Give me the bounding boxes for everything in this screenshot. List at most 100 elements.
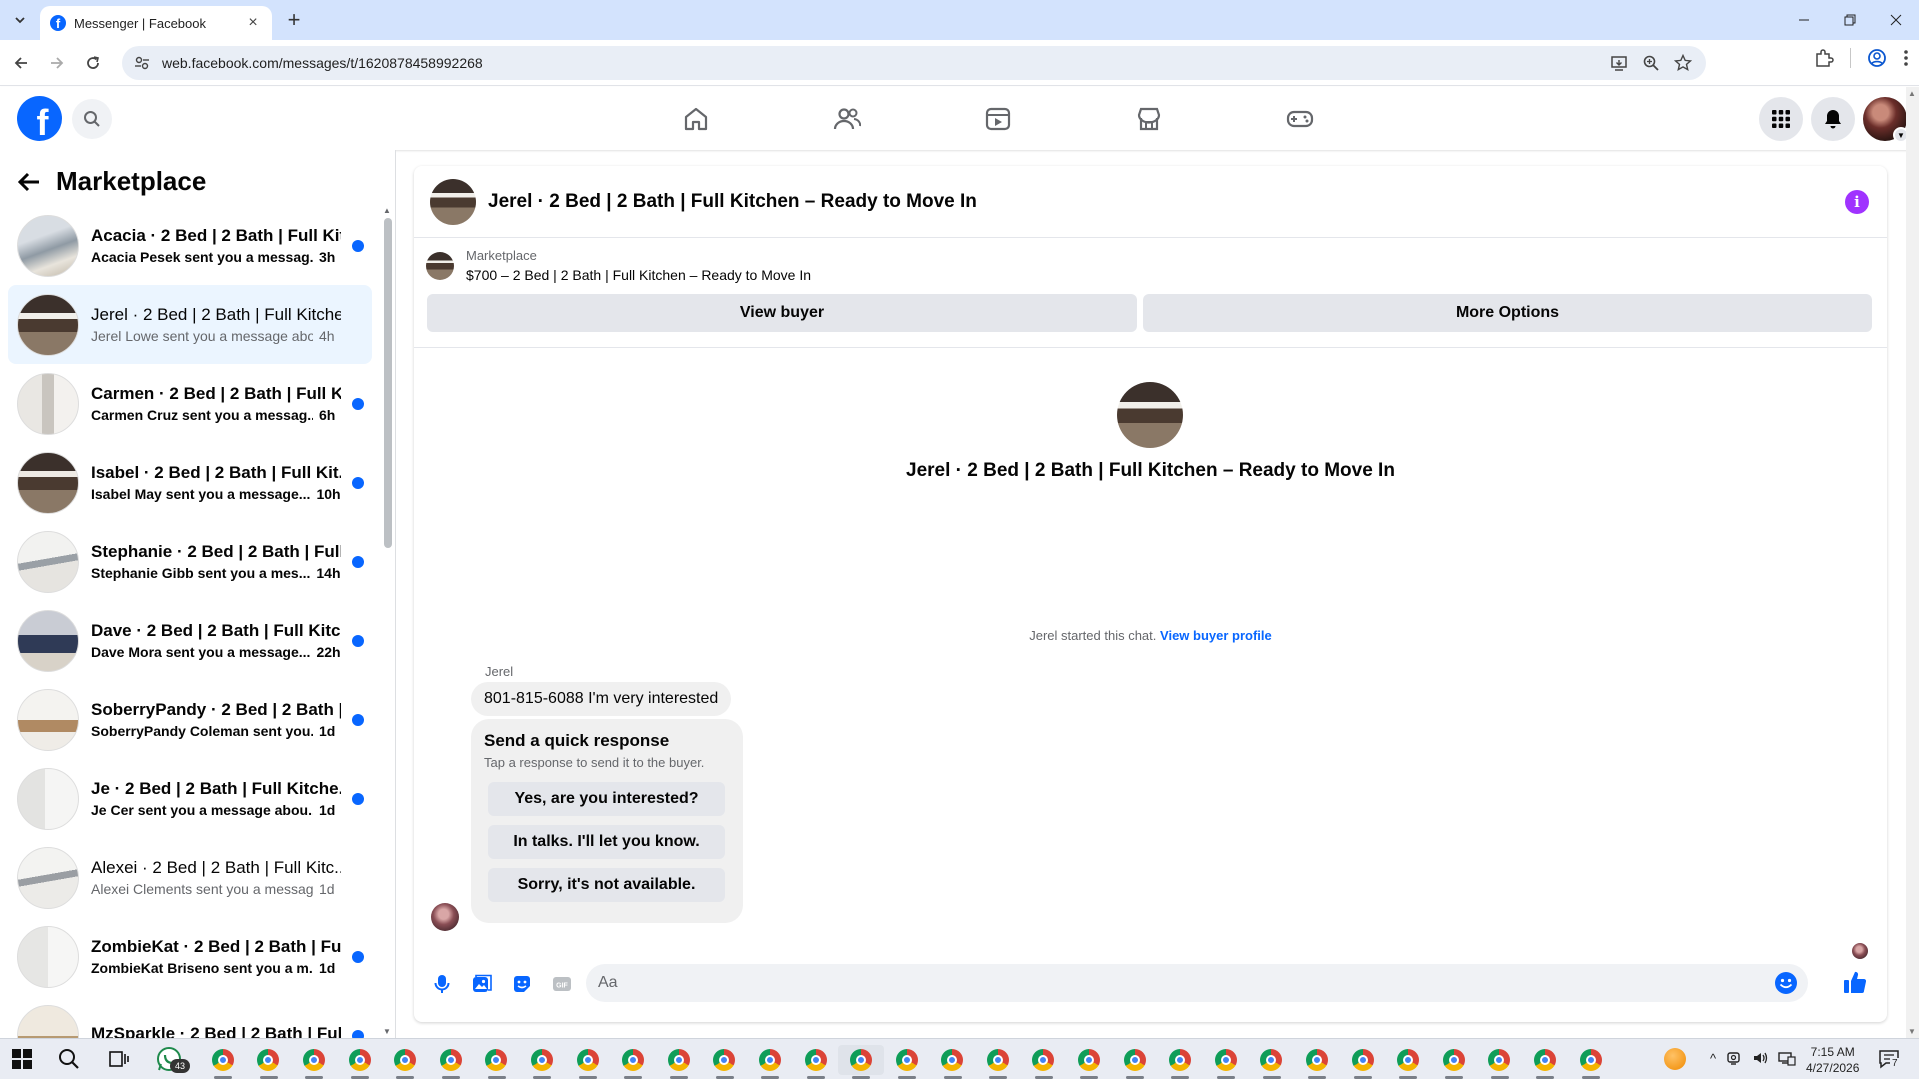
orange-app-icon[interactable] xyxy=(1664,1048,1686,1070)
chevron-up-icon[interactable]: ^ xyxy=(1710,1051,1716,1066)
site-settings-icon[interactable] xyxy=(134,55,150,71)
nav-video[interactable] xyxy=(922,87,1073,150)
conversation-item[interactable]: ZombieKat · 2 Bed | 2 Bath | Fu... Zombi… xyxy=(8,917,372,996)
chrome-taskbar-button[interactable] xyxy=(428,1045,474,1079)
page-scrollbar[interactable]: ▲ ▼ xyxy=(1906,87,1919,1038)
chrome-taskbar-button[interactable] xyxy=(656,1045,702,1079)
conversation-item[interactable]: Carmen · 2 Bed | 2 Bath | Full K... Carm… xyxy=(8,364,372,443)
chrome-taskbar-button[interactable] xyxy=(747,1045,793,1079)
conversation-item[interactable]: Stephanie · 2 Bed | 2 Bath | Full... Ste… xyxy=(8,522,372,601)
sidebar-scrollbar[interactable]: ▲ ▼ xyxy=(383,206,392,1036)
message-input[interactable]: Aa xyxy=(586,964,1808,1002)
quick-response-button[interactable]: Sorry, it's not available. xyxy=(488,868,725,902)
chrome-taskbar-button[interactable] xyxy=(1112,1045,1158,1079)
conversation-item[interactable]: Alexei · 2 Bed | 2 Bath | Full Kitc... A… xyxy=(8,838,372,917)
scroll-down-icon[interactable]: ▼ xyxy=(383,1027,391,1036)
conversation-item-active[interactable]: Jerel · 2 Bed | 2 Bath | Full Kitche... … xyxy=(8,285,372,364)
minimize-button[interactable] xyxy=(1781,0,1827,40)
chrome-taskbar-button[interactable] xyxy=(1294,1045,1340,1079)
chrome-taskbar-button[interactable] xyxy=(1385,1045,1431,1079)
chrome-taskbar-button[interactable] xyxy=(200,1045,246,1079)
quick-response-button[interactable]: Yes, are you interested? xyxy=(488,782,725,816)
chrome-taskbar-button[interactable] xyxy=(1522,1045,1568,1079)
profile-icon[interactable] xyxy=(1867,48,1887,68)
menu-button[interactable] xyxy=(1759,97,1803,141)
emoji-button[interactable] xyxy=(1774,971,1798,1000)
voice-clip-button[interactable] xyxy=(422,964,462,1004)
chrome-taskbar-button[interactable] xyxy=(1431,1045,1477,1079)
close-tab-icon[interactable]: × xyxy=(244,14,262,32)
gif-button[interactable]: GIF xyxy=(542,964,582,1004)
forward-button[interactable] xyxy=(42,48,72,78)
address-bar[interactable]: web.facebook.com/messages/t/162087845899… xyxy=(122,46,1706,80)
scroll-down-icon[interactable]: ▼ xyxy=(1908,1027,1916,1036)
send-like-button[interactable] xyxy=(1843,970,1867,999)
install-app-icon[interactable] xyxy=(1610,54,1628,72)
start-button[interactable] xyxy=(12,1049,32,1074)
chrome-taskbar-button[interactable] xyxy=(1021,1045,1067,1079)
close-window-button[interactable] xyxy=(1873,0,1919,40)
back-button[interactable] xyxy=(6,48,36,78)
notification-center-button[interactable]: 7 xyxy=(1878,1048,1900,1075)
chat-header-avatar[interactable] xyxy=(430,178,476,225)
info-icon[interactable]: i xyxy=(1845,190,1869,214)
chrome-taskbar-button[interactable] xyxy=(1568,1045,1614,1079)
account-avatar[interactable]: ▼ xyxy=(1863,97,1909,143)
volume-icon[interactable] xyxy=(1752,1050,1768,1066)
browser-tab[interactable]: f Messenger | Facebook × xyxy=(40,6,272,40)
chrome-taskbar-button[interactable] xyxy=(291,1045,337,1079)
chrome-taskbar-button[interactable] xyxy=(337,1045,383,1079)
scroll-up-icon[interactable]: ▲ xyxy=(383,206,391,215)
conversation-item[interactable]: SoberryPandy · 2 Bed | 2 Bath |... Sober… xyxy=(8,680,372,759)
chrome-taskbar-button[interactable] xyxy=(884,1045,930,1079)
nav-marketplace[interactable] xyxy=(1073,87,1224,150)
chrome-taskbar-button[interactable] xyxy=(1249,1045,1295,1079)
chrome-taskbar-button[interactable] xyxy=(1340,1045,1386,1079)
chrome-taskbar-button[interactable] xyxy=(838,1045,884,1079)
tab-search-button[interactable] xyxy=(8,9,32,31)
listing-info[interactable]: Marketplace $700 – 2 Bed | 2 Bath | Full… xyxy=(426,248,811,283)
sidebar-scroll-thumb[interactable] xyxy=(384,218,392,548)
reload-button[interactable] xyxy=(78,48,108,78)
bookmark-star-icon[interactable] xyxy=(1674,54,1692,72)
chrome-taskbar-button[interactable] xyxy=(474,1045,520,1079)
chrome-taskbar-button[interactable] xyxy=(1203,1045,1249,1079)
conversation-item[interactable]: Acacia · 2 Bed | 2 Bath | Full Kit... Ac… xyxy=(8,206,372,285)
task-view-button[interactable] xyxy=(108,1049,130,1074)
sender-avatar[interactable] xyxy=(431,903,459,931)
search-button[interactable] xyxy=(72,99,112,139)
zoom-icon[interactable] xyxy=(1642,54,1660,72)
conversation-item[interactable]: Je · 2 Bed | 2 Bath | Full Kitche... Je … xyxy=(8,759,372,838)
chrome-taskbar-button[interactable] xyxy=(382,1045,428,1079)
chrome-taskbar-button[interactable] xyxy=(930,1045,976,1079)
network-icon[interactable] xyxy=(1778,1050,1796,1066)
view-buyer-button[interactable]: View buyer xyxy=(427,294,1137,332)
conversation-item[interactable]: MzSparkle · 2 Bed | 2 Bath | Ful... xyxy=(8,996,372,1038)
chrome-taskbar-button[interactable] xyxy=(1157,1045,1203,1079)
chrome-taskbar-button[interactable] xyxy=(565,1045,611,1079)
back-arrow-icon[interactable] xyxy=(18,172,40,192)
attach-photo-button[interactable] xyxy=(462,964,502,1004)
sticker-button[interactable] xyxy=(502,964,542,1004)
more-options-button[interactable]: More Options xyxy=(1143,294,1872,332)
conversation-item[interactable]: Dave · 2 Bed | 2 Bath | Full Kitc... Dav… xyxy=(8,601,372,680)
view-buyer-profile-link[interactable]: View buyer profile xyxy=(1160,628,1272,643)
chrome-taskbar-button[interactable] xyxy=(975,1045,1021,1079)
scroll-up-icon[interactable]: ▲ xyxy=(1908,89,1916,98)
chrome-taskbar-button[interactable] xyxy=(702,1045,748,1079)
nav-friends[interactable] xyxy=(771,87,922,150)
facebook-logo[interactable]: f xyxy=(17,96,62,141)
new-tab-button[interactable]: + xyxy=(282,9,306,33)
chrome-taskbar-button[interactable] xyxy=(610,1045,656,1079)
chrome-taskbar-button[interactable] xyxy=(1477,1045,1523,1079)
chrome-taskbar-button[interactable] xyxy=(246,1045,292,1079)
chrome-taskbar-button[interactable] xyxy=(793,1045,839,1079)
extensions-icon[interactable] xyxy=(1814,48,1834,68)
chrome-taskbar-button[interactable] xyxy=(1066,1045,1112,1079)
nav-gaming[interactable] xyxy=(1224,87,1375,150)
chrome-taskbar-button[interactable] xyxy=(519,1045,565,1079)
message-bubble[interactable]: 801-815-6088 I'm very interested xyxy=(471,682,732,716)
kebab-menu-icon[interactable] xyxy=(1903,48,1909,68)
restore-button[interactable] xyxy=(1827,0,1873,40)
quick-response-button[interactable]: In talks. I'll let you know. xyxy=(488,825,725,859)
